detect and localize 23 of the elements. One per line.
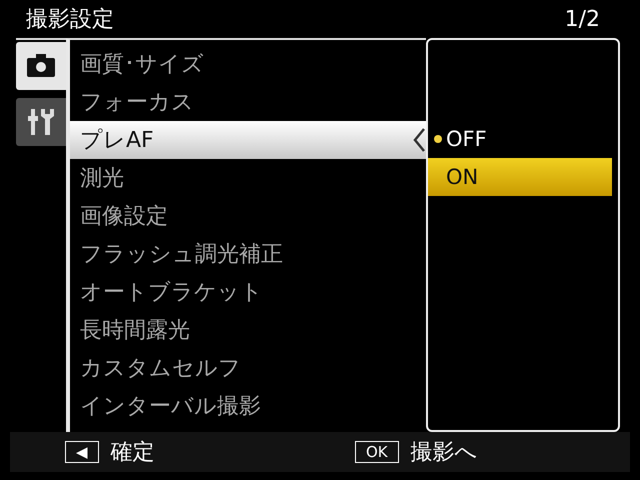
- menu-item[interactable]: オートブラケット: [70, 273, 426, 311]
- key-hint: ◀: [65, 441, 99, 463]
- key-hint: OK: [355, 441, 399, 463]
- option-item[interactable]: OFF: [428, 120, 612, 158]
- menu-item[interactable]: プレAF: [70, 121, 426, 159]
- camera-icon: [26, 54, 56, 78]
- menu-item[interactable]: カスタムセルフ: [70, 349, 426, 387]
- key-label: 撮影へ: [410, 439, 478, 467]
- screen-title: 撮影設定: [26, 6, 114, 34]
- menu-tab[interactable]: [16, 98, 66, 146]
- menu-tab[interactable]: [16, 42, 66, 90]
- menu-item[interactable]: インターバル撮影: [70, 387, 426, 425]
- chevron-left-icon: [412, 127, 426, 153]
- menu-item[interactable]: フォーカス: [70, 83, 426, 121]
- key-label: 確定: [110, 439, 155, 467]
- menu-item[interactable]: 画像設定: [70, 197, 426, 235]
- menu-item[interactable]: 測光: [70, 159, 426, 197]
- menu-item[interactable]: 画質･サイズ: [70, 45, 426, 83]
- option-item[interactable]: ON: [428, 158, 612, 196]
- menu-item[interactable]: 長時間露光: [70, 311, 426, 349]
- page-indicator: 1/2: [564, 6, 600, 32]
- menu-item[interactable]: フラッシュ調光補正: [70, 235, 426, 273]
- tools-icon: [27, 107, 55, 137]
